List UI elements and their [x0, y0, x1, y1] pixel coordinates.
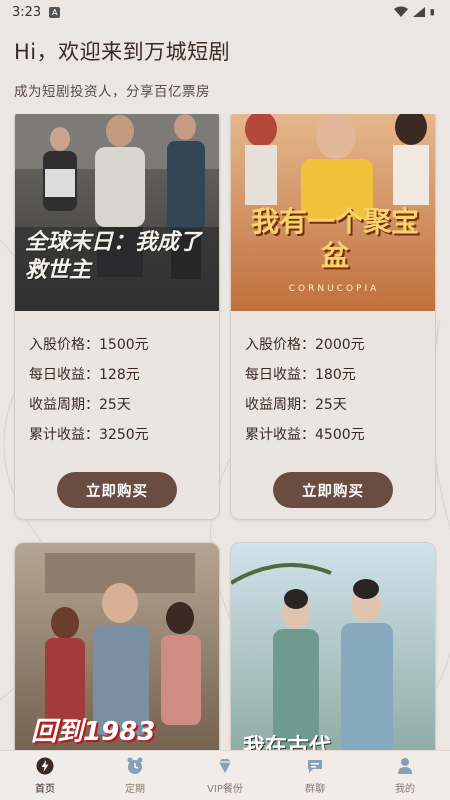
wifi-icon: [394, 6, 408, 17]
signal-icon: [413, 7, 425, 17]
tab-label: 群聊: [305, 783, 325, 795]
tab-group-chat[interactable]: 群聊: [270, 751, 360, 800]
poster-title: 我有一个聚宝盆: [250, 205, 419, 272]
price-row: 入股价格： 2000元: [245, 337, 365, 353]
tab-label: 定期: [125, 783, 145, 795]
tab-home[interactable]: 首页: [0, 751, 90, 800]
tab-label: VIP餐份: [207, 783, 243, 795]
battery-icon: [430, 9, 434, 16]
tab-label: 首页: [35, 783, 55, 795]
buy-now-button[interactable]: 立即购买: [273, 472, 393, 508]
status-bar: 3:23 A: [0, 0, 450, 24]
drama-poster[interactable]: 我在古代: [231, 543, 435, 750]
user-icon: [398, 757, 412, 774]
notification-icon: A: [49, 6, 61, 18]
greeting-title: Hi，欢迎来到万城短剧: [14, 40, 231, 64]
bottom-tab-bar: 首页 定期 VIP餐份 群聊 我的: [0, 750, 450, 800]
greeting-subtitle: 成为短剧投资人，分享百亿票房: [14, 84, 210, 100]
status-time: 3:23: [12, 4, 42, 20]
total-income-row: 累计收益： 3250元: [29, 427, 149, 443]
lightning-icon: [36, 757, 54, 774]
tab-vip[interactable]: VIP餐份: [180, 751, 270, 800]
product-card[interactable]: 全球末日：我成了救世主 入股价格： 1500元 每日收益： 128元 收益周期： 25…: [14, 114, 220, 520]
alarm-clock-icon: [127, 757, 143, 774]
total-income-row: 累计收益： 4500元: [245, 427, 365, 443]
poster-title: 回到1983: [31, 717, 156, 747]
daily-income-row: 每日收益： 180元: [245, 367, 356, 383]
daily-income-row: 每日收益： 128元: [29, 367, 140, 383]
poster-title: 我在古代: [243, 735, 332, 750]
page-header: Hi，欢迎来到万城短剧 成为短剧投资人，分享百亿票房: [14, 36, 230, 100]
period-row: 收益周期： 25天: [29, 397, 131, 413]
drama-poster[interactable]: 我有一个聚宝盆 CORNUCOPIA: [231, 114, 435, 311]
diamond-icon: [219, 758, 231, 773]
product-card[interactable]: 我在古代: [230, 542, 436, 750]
period-row: 收益周期： 25天: [245, 397, 347, 413]
product-card[interactable]: 回到1983: [14, 542, 220, 750]
buy-now-button[interactable]: 立即购买: [57, 472, 177, 508]
price-row: 入股价格： 1500元: [29, 337, 149, 353]
tab-label: 我的: [395, 783, 415, 795]
drama-poster[interactable]: 全球末日：我成了救世主: [15, 114, 219, 311]
drama-poster[interactable]: 回到1983: [15, 543, 219, 750]
tab-profile[interactable]: 我的: [360, 751, 450, 800]
product-info: 入股价格： 2000元 每日收益： 180元 收益周期： 25天 累计收益： 4500元: [231, 311, 435, 449]
product-info: 入股价格： 1500元 每日收益： 128元 收益周期： 25天 累计收益： 3250元: [15, 311, 219, 449]
product-card[interactable]: 我有一个聚宝盆 CORNUCOPIA 入股价格： 2000元 每日收益： 180元 …: [230, 114, 436, 520]
drama-product-grid[interactable]: 全球末日：我成了救世主 入股价格： 1500元 每日收益： 128元 收益周期： 25…: [0, 114, 450, 750]
chat-icon: [308, 759, 322, 773]
tab-fixed-term[interactable]: 定期: [90, 751, 180, 800]
poster-image: [231, 543, 435, 750]
poster-subtitle: CORNUCOPIA: [288, 284, 380, 294]
poster-title: 全球末日：我成了救世主: [25, 230, 202, 283]
